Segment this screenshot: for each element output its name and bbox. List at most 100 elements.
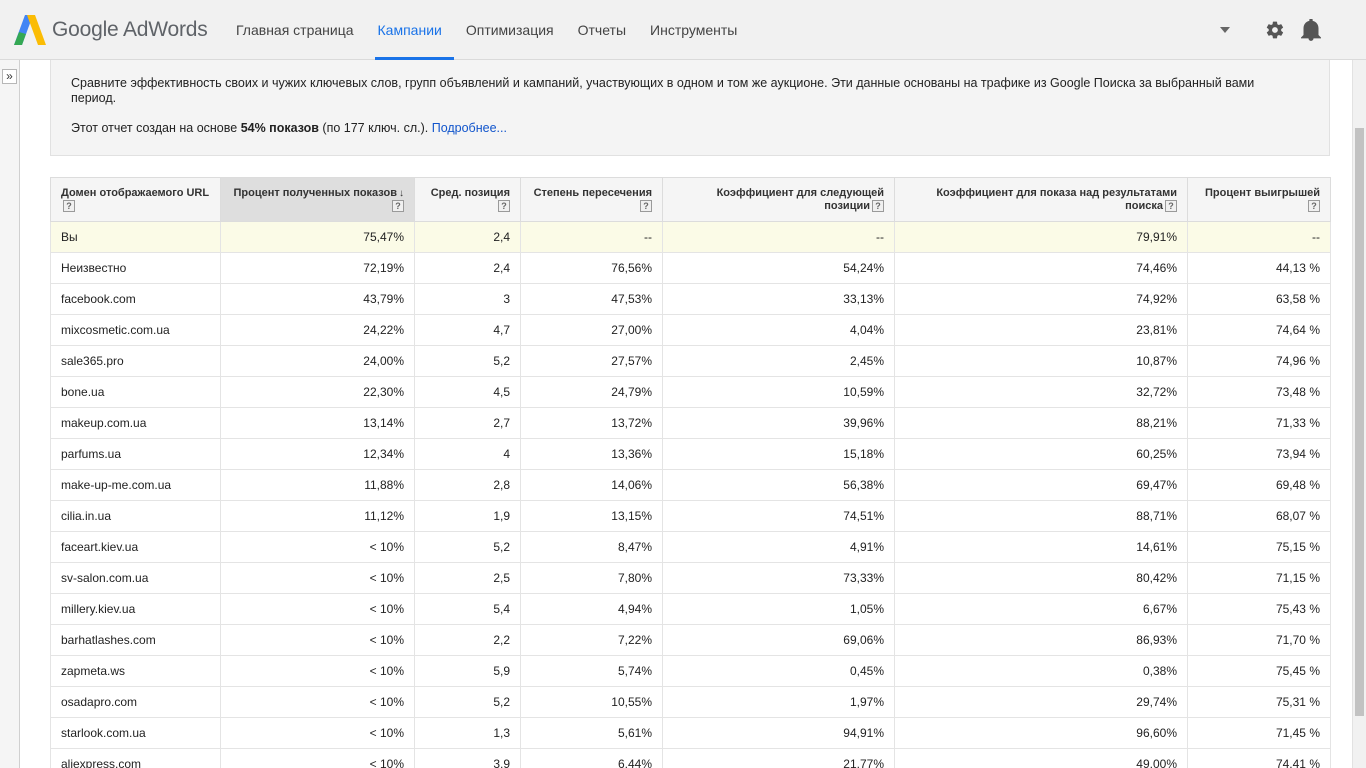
nav-tools[interactable]: Инструменты: [638, 0, 749, 60]
scrollbar-thumb[interactable]: [1355, 128, 1364, 716]
row-value-cell: 13,14%: [220, 407, 415, 439]
row-value-cell: 71,45 %: [1187, 717, 1331, 749]
expand-sidebar-button[interactable]: »: [2, 69, 17, 84]
dropdown-caret-icon[interactable]: [1220, 27, 1230, 33]
bell-icon[interactable]: [1300, 19, 1322, 41]
report-impressions-share: 54% показов: [240, 121, 319, 135]
help-icon[interactable]: ?: [392, 199, 404, 212]
col-header-top-of-page-rate[interactable]: Коэффициент для показа над результатами …: [894, 177, 1188, 222]
row-value-cell: 75,45 %: [1187, 655, 1331, 687]
table-row: parfums.ua 12,34% 4 13,36% 15,18% 60,25% 73,94…: [50, 438, 1331, 470]
row-value-cell: 2,2: [414, 624, 521, 656]
row-value-cell: < 10%: [220, 624, 415, 656]
top-bar-actions: [1220, 0, 1322, 60]
logo-text: Google AdWords: [52, 18, 208, 41]
row-value-cell: 1,97%: [662, 686, 895, 718]
row-value-cell: 74,96 %: [1187, 345, 1331, 377]
help-icon[interactable]: ?: [498, 199, 510, 212]
table-row: aliexpress.com < 10% 3,9 6,44% 21,77% 49,00% 7…: [50, 748, 1331, 768]
row-value-cell: 2,5: [414, 562, 521, 594]
row-value-cell: 2,4: [414, 252, 521, 284]
help-icon[interactable]: ?: [1165, 199, 1177, 212]
row-value-cell: 27,00%: [520, 314, 663, 346]
row-value-cell: 71,15 %: [1187, 562, 1331, 594]
row-value-cell: 5,61%: [520, 717, 663, 749]
row-domain-cell: barhatlashes.com: [50, 624, 221, 656]
row-value-cell: 23,81%: [894, 314, 1188, 346]
row-value-cell: --: [662, 221, 895, 253]
help-icon[interactable]: ?: [640, 199, 652, 212]
row-value-cell: 2,4: [414, 221, 521, 253]
row-domain-cell: starlook.com.ua: [50, 717, 221, 749]
row-value-cell: 5,2: [414, 531, 521, 563]
gear-icon[interactable]: [1264, 19, 1286, 41]
row-value-cell: 75,43 %: [1187, 593, 1331, 625]
row-value-cell: 44,13 %: [1187, 252, 1331, 284]
row-value-cell: 94,91%: [662, 717, 895, 749]
row-value-cell: 29,74%: [894, 686, 1188, 718]
row-value-cell: 4: [414, 438, 521, 470]
table-row: osadapro.com < 10% 5,2 10,55% 1,97% 29,74% 75,…: [50, 686, 1331, 718]
row-value-cell: 74,64 %: [1187, 314, 1331, 346]
row-value-cell: 74,92%: [894, 283, 1188, 315]
help-icon[interactable]: ?: [1308, 199, 1320, 212]
row-value-cell: 75,47%: [220, 221, 415, 253]
row-value-cell: 86,93%: [894, 624, 1188, 656]
help-icon[interactable]: ?: [63, 199, 75, 212]
row-value-cell: 14,06%: [520, 469, 663, 501]
row-domain-cell: zapmeta.ws: [50, 655, 221, 687]
row-value-cell: 60,25%: [894, 438, 1188, 470]
main-nav: Главная страница Кампании Оптимизация От…: [224, 0, 749, 60]
nav-optimization[interactable]: Оптимизация: [454, 0, 566, 60]
col-header-outranking-share[interactable]: Процент выигрышей?: [1187, 177, 1331, 222]
table-row: sv-salon.com.ua < 10% 2,5 7,80% 73,33% 80,42%…: [50, 562, 1331, 594]
table-row: Вы 75,47% 2,4 -- -- 79,91% --: [50, 221, 1331, 253]
col-header-overlap-rate[interactable]: Степень пересечения?: [520, 177, 663, 222]
row-domain-cell: faceart.kiev.ua: [50, 531, 221, 563]
row-value-cell: 88,71%: [894, 500, 1188, 532]
row-value-cell: 24,00%: [220, 345, 415, 377]
row-value-cell: 69,47%: [894, 469, 1188, 501]
row-value-cell: 1,05%: [662, 593, 895, 625]
nav-home[interactable]: Главная страница: [224, 0, 366, 60]
row-value-cell: 7,22%: [520, 624, 663, 656]
row-domain-cell: aliexpress.com: [50, 748, 221, 768]
table-row: makeup.com.ua 13,14% 2,7 13,72% 39,96% 88,21%…: [50, 407, 1331, 439]
row-value-cell: 5,74%: [520, 655, 663, 687]
row-value-cell: 22,30%: [220, 376, 415, 408]
row-value-cell: 68,07 %: [1187, 500, 1331, 532]
row-value-cell: 75,15 %: [1187, 531, 1331, 563]
row-value-cell: 69,06%: [662, 624, 895, 656]
row-domain-cell: parfums.ua: [50, 438, 221, 470]
row-value-cell: 27,57%: [520, 345, 663, 377]
table-body: Вы 75,47% 2,4 -- -- 79,91% -- Неизвестно 72,19% 2…: [50, 221, 1331, 768]
col-header-position-above-rate[interactable]: Коэффициент для следующей позиции?: [662, 177, 895, 222]
row-value-cell: 5,2: [414, 345, 521, 377]
row-domain-cell: millery.kiev.ua: [50, 593, 221, 625]
row-value-cell: 13,36%: [520, 438, 663, 470]
col-header-avg-position[interactable]: Сред. позиция?: [414, 177, 521, 222]
col-header-impression-share[interactable]: Процент полученных показов ↓?: [220, 177, 415, 222]
row-value-cell: 10,55%: [520, 686, 663, 718]
learn-more-link[interactable]: Подробнее...: [432, 121, 507, 135]
row-value-cell: 2,7: [414, 407, 521, 439]
row-value-cell: 3: [414, 283, 521, 315]
row-value-cell: < 10%: [220, 562, 415, 594]
row-domain-cell: cilia.in.ua: [50, 500, 221, 532]
nav-reports[interactable]: Отчеты: [566, 0, 638, 60]
adwords-logo[interactable]: Google AdWords: [14, 14, 208, 46]
row-value-cell: 4,5: [414, 376, 521, 408]
report-prefix: Этот отчет создан на основе: [71, 121, 241, 135]
row-domain-cell: make-up-me.com.ua: [50, 469, 221, 501]
row-value-cell: 6,67%: [894, 593, 1188, 625]
help-icon[interactable]: ?: [872, 199, 884, 212]
nav-campaigns[interactable]: Кампании: [366, 0, 455, 60]
row-value-cell: 80,42%: [894, 562, 1188, 594]
vertical-scrollbar[interactable]: [1352, 60, 1366, 768]
table-row: cilia.in.ua 11,12% 1,9 13,15% 74,51% 88,71% 68…: [50, 500, 1331, 532]
table-row: millery.kiev.ua < 10% 5,4 4,94% 1,05% 6,67% 75…: [50, 593, 1331, 625]
row-value-cell: 74,46%: [894, 252, 1188, 284]
row-value-cell: 73,94 %: [1187, 438, 1331, 470]
row-domain-cell: Вы: [50, 221, 221, 253]
col-header-domain[interactable]: Домен отображаемого URL?: [50, 177, 221, 222]
